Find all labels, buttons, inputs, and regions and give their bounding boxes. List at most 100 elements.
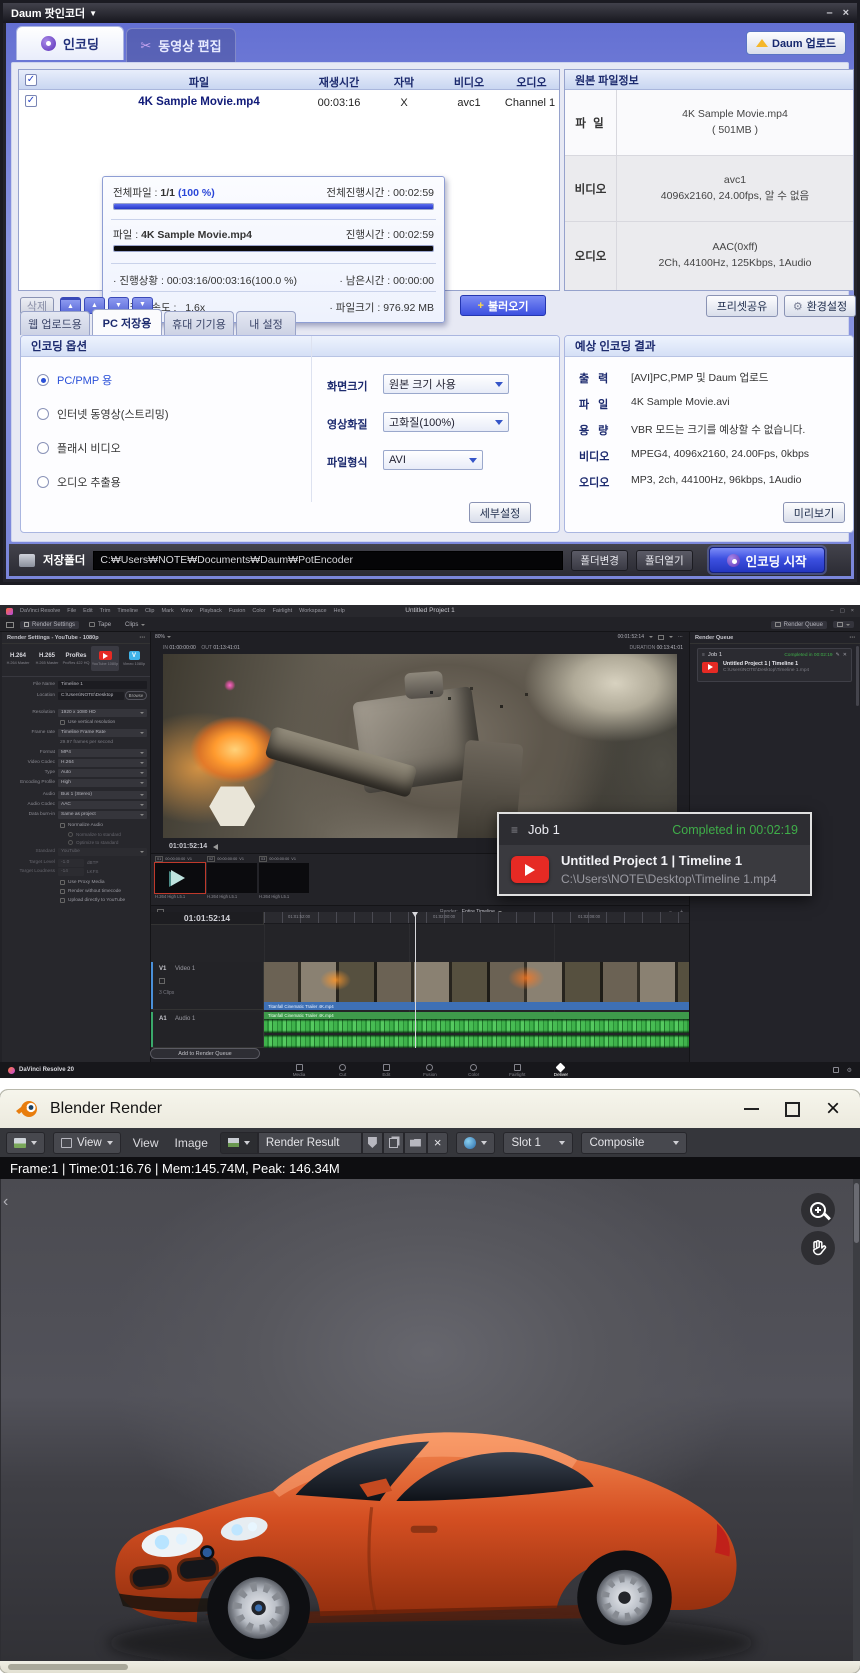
clip-card-2[interactable]: 0200:00:00:00V1 H.264 High L5.1 — [207, 856, 257, 899]
preset-share-button[interactable]: 프리셋공유 — [706, 295, 778, 317]
start-encoding-button[interactable]: 인코딩 시작 — [709, 547, 825, 573]
upload-youtube-checkbox[interactable] — [60, 898, 65, 903]
radio-streaming[interactable]: 인터넷 동영상(스트리밍) — [37, 406, 169, 422]
normalize-radio[interactable] — [68, 832, 73, 837]
vertical-scrollbar[interactable] — [853, 1179, 860, 1661]
job-edit-icon[interactable]: ✎ — [836, 652, 840, 658]
no-timecode-checkbox[interactable] — [60, 889, 65, 894]
page-fusion[interactable]: Fusion — [411, 1064, 449, 1077]
menu-view[interactable]: View — [129, 1136, 163, 1150]
scrollbar-thumb[interactable] — [854, 1183, 859, 1243]
image-name-field[interactable]: Render Result — [258, 1132, 362, 1154]
daum-upload-button[interactable]: Daum 업로드 — [746, 31, 846, 55]
region-toggle-chevron-icon[interactable]: ‹ — [3, 1193, 8, 1211]
tab-my-settings[interactable]: 내 설정 — [236, 311, 296, 335]
format-dropdown[interactable]: MP4 — [58, 749, 147, 757]
tab-web-upload[interactable]: 웹 업로드용 — [20, 311, 90, 335]
blender-titlebar[interactable]: Blender Render × — [0, 1090, 860, 1128]
pass-dropdown[interactable]: Composite — [581, 1132, 687, 1154]
job-remove-icon[interactable]: ✕ — [843, 652, 847, 658]
speaker-icon[interactable] — [213, 844, 218, 850]
col-subtitle[interactable]: 자막 — [379, 74, 429, 90]
editor-type-button[interactable] — [6, 1132, 45, 1154]
unlink-datablock-button[interactable]: × — [427, 1132, 449, 1154]
video-track-header[interactable]: V1 Video 1 3 Clips — [151, 962, 264, 1010]
page-cut[interactable]: Cut — [324, 1064, 362, 1077]
potencoder-titlebar[interactable]: Daum 팟인코더 ▼ – × — [3, 3, 857, 23]
col-video[interactable]: 비디오 — [439, 74, 499, 90]
radio-flash[interactable]: 플래시 비디오 — [37, 440, 121, 456]
title-caret-icon[interactable]: ▼ — [89, 9, 97, 18]
menu-image[interactable]: Image — [171, 1136, 212, 1150]
preset-youtube[interactable]: YouTube 1080p — [91, 646, 119, 671]
page-deliver[interactable]: Deliver — [542, 1064, 580, 1077]
horizontal-scrollbar-thumb[interactable] — [8, 1664, 128, 1670]
clip-card-1[interactable]: 0100:00:00:00V1 H.264 High L5.1 — [155, 856, 205, 899]
proxy-checkbox[interactable] — [60, 880, 65, 885]
optimize-radio[interactable] — [68, 840, 73, 845]
row-checkbox[interactable]: ✓ — [25, 95, 37, 107]
audio-dropdown[interactable]: Bus 1 (Stereo) — [58, 791, 147, 799]
zoom-tool-button[interactable] — [801, 1193, 835, 1227]
video-codec-dropdown[interactable]: H.264 — [58, 759, 147, 767]
open-folder-icon[interactable] — [404, 1132, 427, 1154]
file-row[interactable]: ✓ 4K Sample Movie.mp4 00:03:16 X avc1 Ch… — [19, 92, 559, 114]
render-result-image[interactable]: ‹ — [1, 1179, 853, 1661]
location-field[interactable]: C:\Users\NOTE\Desktop — [58, 692, 124, 700]
more-icon[interactable]: ⋯ — [139, 635, 145, 641]
more-icon[interactable]: ⋯ — [849, 635, 855, 641]
radio-audio-extract[interactable]: 오디오 추출용 — [37, 474, 121, 490]
browse-button[interactable]: Browse — [125, 691, 147, 700]
resolution-dropdown[interactable]: 1920 x 1080 HD — [58, 709, 147, 717]
image-browse-button[interactable] — [220, 1132, 258, 1154]
layout-toggle-button[interactable] — [833, 621, 854, 628]
col-file[interactable]: 파일 — [159, 74, 239, 90]
render-settings-button[interactable]: Render Settings — [20, 621, 79, 629]
col-duration[interactable]: 재생시간 — [304, 74, 374, 90]
copy-datablock-icon[interactable] — [383, 1132, 404, 1154]
render-queue-button[interactable]: Render Queue — [771, 621, 827, 629]
world-view-button[interactable] — [456, 1132, 495, 1154]
preset-h264[interactable]: H.264H.264 Master — [4, 646, 32, 671]
fake-user-shield-icon[interactable] — [362, 1132, 383, 1154]
popup-menu-icon[interactable]: ≡ — [511, 823, 518, 837]
playhead[interactable] — [415, 912, 416, 1048]
audio-track-header[interactable]: A1 Audio 1 — [151, 1012, 264, 1048]
pan-hand-button[interactable] — [801, 1231, 835, 1265]
audio-codec-dropdown[interactable]: AAC — [58, 801, 147, 809]
col-audio[interactable]: 오디오 — [504, 74, 559, 90]
radio-pc-pmp[interactable]: PC/PMP 용 — [37, 372, 112, 388]
type-dropdown[interactable]: Auto — [58, 769, 147, 777]
viewer-more-icon[interactable]: ⋯ — [678, 634, 683, 640]
minimize-button[interactable]: – — [826, 7, 832, 19]
slot-dropdown[interactable]: Slot 1 — [503, 1132, 573, 1154]
preview-button[interactable]: 미리보기 — [783, 502, 845, 523]
settings-button[interactable]: ⚙ 환경설정 — [784, 295, 856, 317]
close-button[interactable]: × — [843, 7, 849, 19]
select-all-checkbox[interactable]: ✓ — [25, 74, 37, 86]
tab-mobile[interactable]: 휴대 기기용 — [164, 311, 234, 335]
blender-maximize-button[interactable] — [785, 1102, 800, 1117]
page-media[interactable]: Media — [280, 1064, 318, 1077]
preset-prores[interactable]: ProResProRes 422 HQ — [62, 646, 90, 671]
framerate-dropdown[interactable]: Timeline Frame Rate — [58, 729, 147, 737]
tab-pc-save[interactable]: PC 저장용 — [92, 309, 162, 336]
normalize-checkbox[interactable] — [60, 823, 65, 828]
clips-button[interactable]: Clips — [121, 621, 149, 629]
settings-gear-icon[interactable]: ⚙ — [847, 1067, 852, 1074]
page-edit[interactable]: Edit — [367, 1064, 405, 1077]
viewer-tc-field[interactable]: 00:01:52:14 — [618, 634, 644, 640]
preset-vimeo[interactable]: VVimeo 1080p — [120, 646, 148, 671]
detail-settings-button[interactable]: 세부설정 — [469, 502, 531, 523]
vertical-res-checkbox[interactable] — [60, 720, 65, 725]
save-path-field[interactable]: C:₩Users₩NOTE₩Documents₩Daum₩PotEncoder — [93, 551, 563, 570]
add-to-render-queue-button[interactable]: Add to Render Queue — [150, 1048, 260, 1059]
viewer-zoom-dropdown[interactable]: 80% — [155, 634, 171, 640]
page-color[interactable]: Color — [455, 1064, 493, 1077]
video-preview[interactable] — [163, 654, 677, 838]
monitor-icon[interactable] — [6, 622, 14, 628]
format-dropdown[interactable]: AVI — [383, 450, 483, 470]
home-icon[interactable] — [833, 1067, 839, 1073]
preset-h265[interactable]: H.265H.265 Master — [33, 646, 61, 671]
job-menu-icon[interactable]: ≡ — [702, 652, 705, 658]
